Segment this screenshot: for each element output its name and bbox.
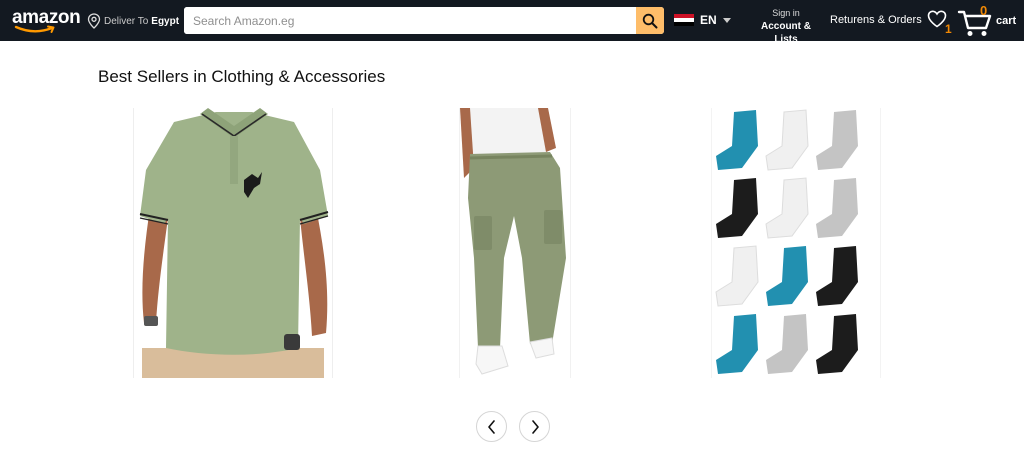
signin-label: Sign in [772,8,800,18]
chevron-left-icon [487,419,495,434]
product-card-socks[interactable] [711,108,881,378]
search-button[interactable] [636,7,664,34]
deliver-prefix: Deliver To [104,15,149,27]
heart-icon [927,10,947,28]
account-menu[interactable]: Sign in Account & Lists [753,7,819,46]
carousel-prev-button[interactable] [476,411,507,442]
socks-image [715,109,858,374]
search-bar [184,7,664,34]
wishlist-count: 1 [945,22,952,36]
amazon-smile-icon [14,25,55,33]
location-pin-icon [87,13,101,29]
returns-orders-link[interactable]: Returens & Orders [830,14,922,26]
caret-down-icon [722,17,731,23]
chevron-right-icon [531,419,539,434]
deliver-to[interactable]: Deliver To Egypt [87,12,179,30]
polo-shirt-image [139,108,329,378]
account-lists-label: Account & Lists [761,21,811,45]
top-navbar: amazon Deliver To Egypt EN [0,0,1024,45]
wishlist-button[interactable]: 1 [927,10,952,38]
cargo-pants-image [460,108,566,375]
amazon-logo[interactable]: amazon [12,8,81,34]
search-input[interactable] [184,7,624,34]
deliver-location: Egypt [151,15,180,27]
cart-icon [957,10,992,36]
product-card-cargo-pants[interactable] [459,108,571,378]
egypt-flag-icon [674,13,694,27]
carousel-next-button[interactable] [519,411,550,442]
language-selector[interactable]: EN [674,13,731,27]
cart-label: cart [996,15,1017,27]
section-title: Best Sellers in Clothing & Accessories [98,67,386,86]
search-icon [642,13,658,28]
language-label: EN [700,13,717,27]
cart-count: 0 [980,3,988,18]
product-card-polo-shirt[interactable] [133,108,333,378]
cart-button[interactable]: 0 cart [957,3,1019,37]
